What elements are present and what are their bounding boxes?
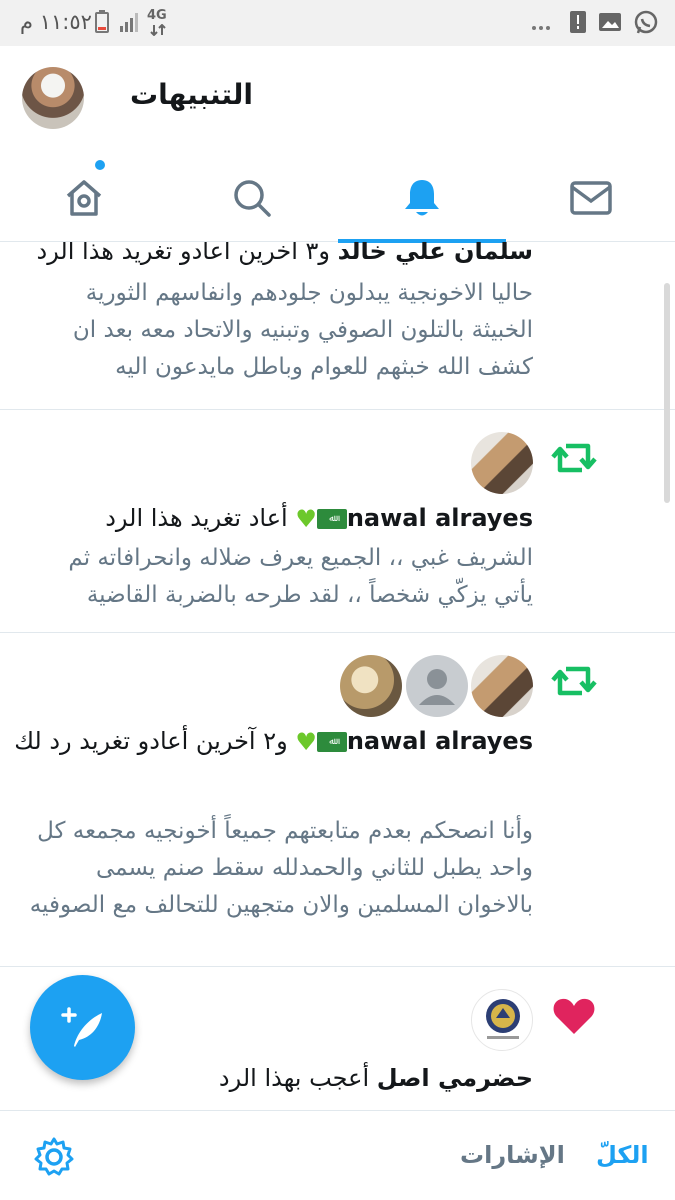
tab-notifications[interactable] <box>338 154 506 243</box>
notification-action: أعاد تغريد هذا الرد <box>105 504 296 532</box>
signal-icon <box>120 13 138 32</box>
compose-feather-icon <box>60 1006 102 1047</box>
notification-action: و٣ آخرين أعادو تغريد هذا الرد <box>36 242 338 265</box>
notification-filter-bar: الكلّ الإشارات <box>0 1110 675 1200</box>
user-avatar[interactable] <box>471 432 533 494</box>
actor-name[interactable]: سلمان علي خالد <box>338 242 533 265</box>
notification-title: nawal alrayesﷲ♥ و٢ آخرين أعادو تغريد رد … <box>14 727 533 756</box>
top-tab-bar <box>0 154 675 243</box>
notification-title: سلمان علي خالد و٣ آخرين أعادو تغريد هذا … <box>37 242 534 265</box>
actor-name[interactable]: nawal alrayes <box>347 727 533 755</box>
scrollbar[interactable] <box>664 283 670 503</box>
app-header: التنبيهات <box>0 46 675 154</box>
flag-emoji: ﷲ <box>316 509 347 529</box>
notification-item[interactable]: سلمان علي خالد و٣ آخرين أعادو تغريد هذا … <box>0 242 675 410</box>
green-heart-emoji: ♥ <box>295 728 317 756</box>
notification-title: nawal alrayesﷲ♥ أعاد تغريد هذا الرد <box>105 504 533 533</box>
flag-emoji: ﷲ <box>316 732 347 752</box>
whatsapp-icon <box>634 10 658 34</box>
tab-home[interactable] <box>0 154 168 242</box>
user-avatar[interactable] <box>471 655 533 717</box>
notification-title: حضرمي اصل أعجب بهذا الرد <box>219 1064 533 1092</box>
home-icon <box>66 180 102 216</box>
tab-messages[interactable] <box>507 154 675 242</box>
compose-tweet-button[interactable] <box>30 975 135 1080</box>
green-heart-emoji: ♥ <box>295 505 317 533</box>
tweet-text: حاليا الاخونجية يبدلون جلودهم وانفاسهم ا… <box>72 280 533 380</box>
retweet-icon <box>551 443 597 473</box>
search-icon <box>234 180 271 217</box>
actor-name[interactable]: حضرمي اصل <box>377 1064 533 1092</box>
heart-icon <box>553 998 595 1034</box>
tab-search[interactable] <box>168 154 336 242</box>
notification-item[interactable]: nawal alrayesﷲ♥ و٢ آخرين أعادو تغريد رد … <box>0 633 675 967</box>
tweet-text: وأنا انصحكم بعدم متابعتهم جميعاً أخونجيه… <box>29 818 533 918</box>
emblem-logo-icon <box>486 999 520 1039</box>
envelope-icon <box>570 181 612 215</box>
status-bar: ١١:٥٢ م 4G <box>0 0 675 46</box>
notification-item[interactable]: nawal alrayesﷲ♥ أعاد تغريد هذا الرد الشر… <box>0 410 675 633</box>
home-notification-dot <box>95 160 105 170</box>
filter-mentions-tab[interactable]: الإشارات <box>460 1141 565 1169</box>
default-user-avatar[interactable] <box>406 655 468 717</box>
bell-icon <box>405 180 439 216</box>
tweet-text: الشريف غبي ،، الجميع يعرف ضلاله وانحرافا… <box>68 545 533 608</box>
user-avatar[interactable] <box>340 655 402 717</box>
actor-name[interactable]: nawal alrayes <box>347 504 533 532</box>
user-avatar[interactable] <box>471 989 533 1051</box>
status-time: ١١:٥٢ م <box>20 10 92 34</box>
data-arrows-icon <box>150 24 166 36</box>
settings-gear-icon[interactable] <box>33 1136 75 1178</box>
alert-icon <box>570 11 586 33</box>
gallery-icon <box>599 13 621 31</box>
filter-all-tab[interactable]: الكلّ <box>596 1141 649 1169</box>
profile-avatar[interactable] <box>22 67 84 129</box>
notification-action: و٢ آخرين أعادو تغريد رد لك <box>14 727 296 755</box>
person-silhouette-icon <box>419 669 455 705</box>
network-type: 4G <box>147 8 167 23</box>
more-dots-icon <box>532 26 550 30</box>
page-title: التنبيهات <box>130 78 253 111</box>
battery-icon <box>95 10 109 33</box>
retweet-icon <box>551 666 597 696</box>
notification-action: أعجب بهذا الرد <box>218 1064 377 1092</box>
